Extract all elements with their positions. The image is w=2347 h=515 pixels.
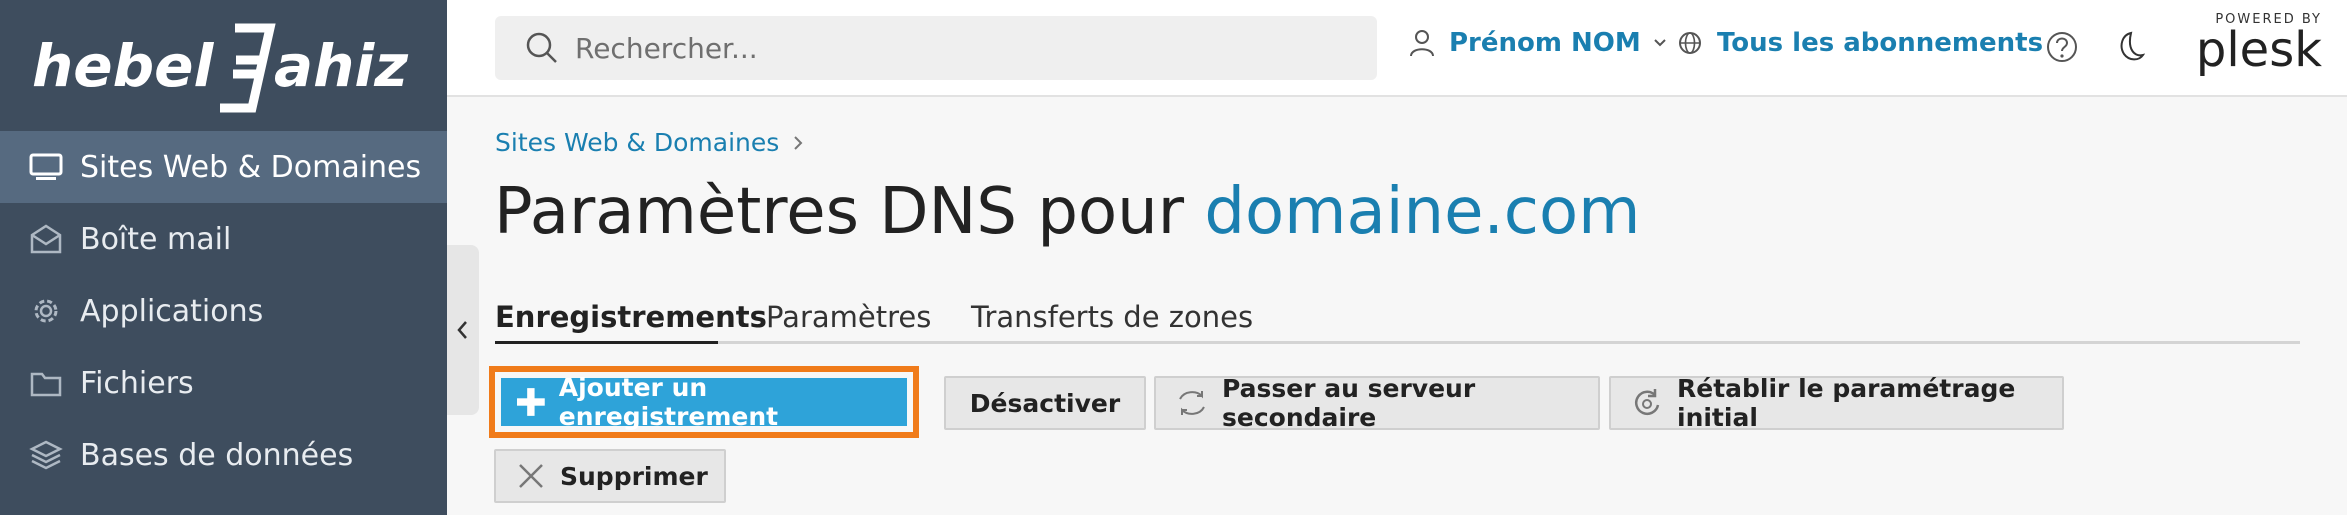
close-icon bbox=[516, 460, 546, 492]
tab-label: Transferts de zones bbox=[971, 300, 1254, 334]
page-title-domain[interactable]: domaine.com bbox=[1204, 175, 1640, 249]
reset-icon bbox=[1631, 387, 1663, 419]
subscriptions-menu[interactable]: Tous les abonnements bbox=[1677, 28, 2043, 58]
button-label: Passer au serveur secondaire bbox=[1222, 374, 1476, 432]
page-title: Paramètres DNS pour domaine.com bbox=[494, 175, 1640, 249]
add-record-highlight: Ajouter un enregistrement bbox=[489, 366, 919, 438]
subscriptions-label: Tous les abonnements bbox=[1717, 28, 2044, 58]
add-record-button[interactable]: Ajouter un enregistrement bbox=[501, 373, 907, 431]
button-label: Rétablir le paramétrage initial bbox=[1677, 374, 2016, 432]
reset-defaults-button[interactable]: Rétablir le paramétrage initial bbox=[1609, 374, 2064, 432]
button-label: Supprimer bbox=[560, 461, 708, 491]
plesk-logo: POWERED BY plesk bbox=[2182, 12, 2322, 82]
disable-button[interactable]: Désactiver bbox=[944, 376, 1146, 430]
active-tab-indicator bbox=[495, 341, 718, 344]
moon-icon bbox=[2120, 31, 2146, 61]
breadcrumb: Sites Web & Domaines bbox=[495, 128, 805, 157]
help-icon bbox=[2047, 32, 2077, 62]
plesk-wordmark: plesk bbox=[2195, 22, 2322, 78]
user-icon bbox=[1410, 30, 1434, 57]
hebergeur-logo[interactable]: hebel ahiz bbox=[30, 18, 420, 118]
tab-bar: Enregistrements Paramètres Transferts de… bbox=[495, 292, 2300, 344]
sidebar-collapse-toggle[interactable] bbox=[447, 245, 479, 415]
user-name: Prénom NOM bbox=[1449, 28, 1641, 58]
tab-label: Enregistrements bbox=[495, 300, 767, 334]
mail-icon bbox=[28, 221, 64, 257]
search-input[interactable] bbox=[575, 31, 1355, 65]
user-menu[interactable]: Prénom NOM bbox=[1409, 28, 1667, 58]
sidebar-nav: Sites Web & Domaines Boîte mail Applicat… bbox=[0, 131, 447, 491]
sidebar-item-label: Fichiers bbox=[80, 365, 194, 401]
svg-text:hebel: hebel bbox=[32, 32, 214, 100]
top-bar: Prénom NOM Tous les abonnements POWERED … bbox=[447, 0, 2347, 97]
page-title-prefix: Paramètres DNS pour bbox=[494, 175, 1185, 249]
folder-icon bbox=[28, 365, 64, 401]
tab-label: Paramètres bbox=[766, 300, 932, 334]
sidebar-item-applications[interactable]: Applications bbox=[0, 275, 447, 347]
chevron-down-icon bbox=[1654, 39, 1666, 47]
sidebar-item-databases[interactable]: Bases de données bbox=[0, 419, 447, 491]
tab-zone-transfers[interactable]: Transferts de zones bbox=[971, 300, 1253, 334]
search-box[interactable] bbox=[495, 16, 1377, 80]
help-button[interactable] bbox=[2045, 30, 2079, 68]
gear-icon bbox=[28, 293, 64, 329]
sidebar-item-label: Boîte mail bbox=[80, 221, 232, 257]
theme-toggle[interactable] bbox=[2113, 30, 2146, 68]
swap-icon bbox=[1176, 387, 1208, 419]
tab-settings[interactable]: Paramètres bbox=[766, 300, 931, 334]
plus-icon bbox=[517, 388, 545, 416]
button-label: Ajouter un enregistrement bbox=[558, 373, 779, 431]
search-icon bbox=[526, 32, 557, 63]
sidebar-item-label: Bases de données bbox=[80, 437, 354, 473]
svg-text:ahiz: ahiz bbox=[274, 32, 408, 100]
tab-records[interactable]: Enregistrements bbox=[495, 300, 767, 334]
sidebar: hebel ahiz Sites Web & Domaines Boîte ma… bbox=[0, 0, 447, 515]
logo-graphic: hebel ahiz bbox=[32, 23, 408, 113]
chevron-left-icon bbox=[457, 321, 467, 339]
layers-icon bbox=[28, 437, 64, 473]
breadcrumb-link[interactable]: Sites Web & Domaines bbox=[495, 128, 779, 157]
sidebar-item-mailbox[interactable]: Boîte mail bbox=[0, 203, 447, 275]
chevron-right-icon bbox=[794, 135, 803, 150]
sidebar-item-label: Applications bbox=[80, 293, 264, 329]
delete-button[interactable]: Supprimer bbox=[494, 449, 726, 503]
sidebar-item-websites-domains[interactable]: Sites Web & Domaines bbox=[0, 131, 447, 203]
globe-icon bbox=[1679, 32, 1701, 54]
sidebar-item-label: Sites Web & Domaines bbox=[80, 149, 422, 185]
switch-secondary-button[interactable]: Passer au serveur secondaire bbox=[1154, 374, 1600, 432]
button-label: Désactiver bbox=[969, 388, 1121, 418]
monitor-icon bbox=[28, 149, 64, 185]
sidebar-item-files[interactable]: Fichiers bbox=[0, 347, 447, 419]
